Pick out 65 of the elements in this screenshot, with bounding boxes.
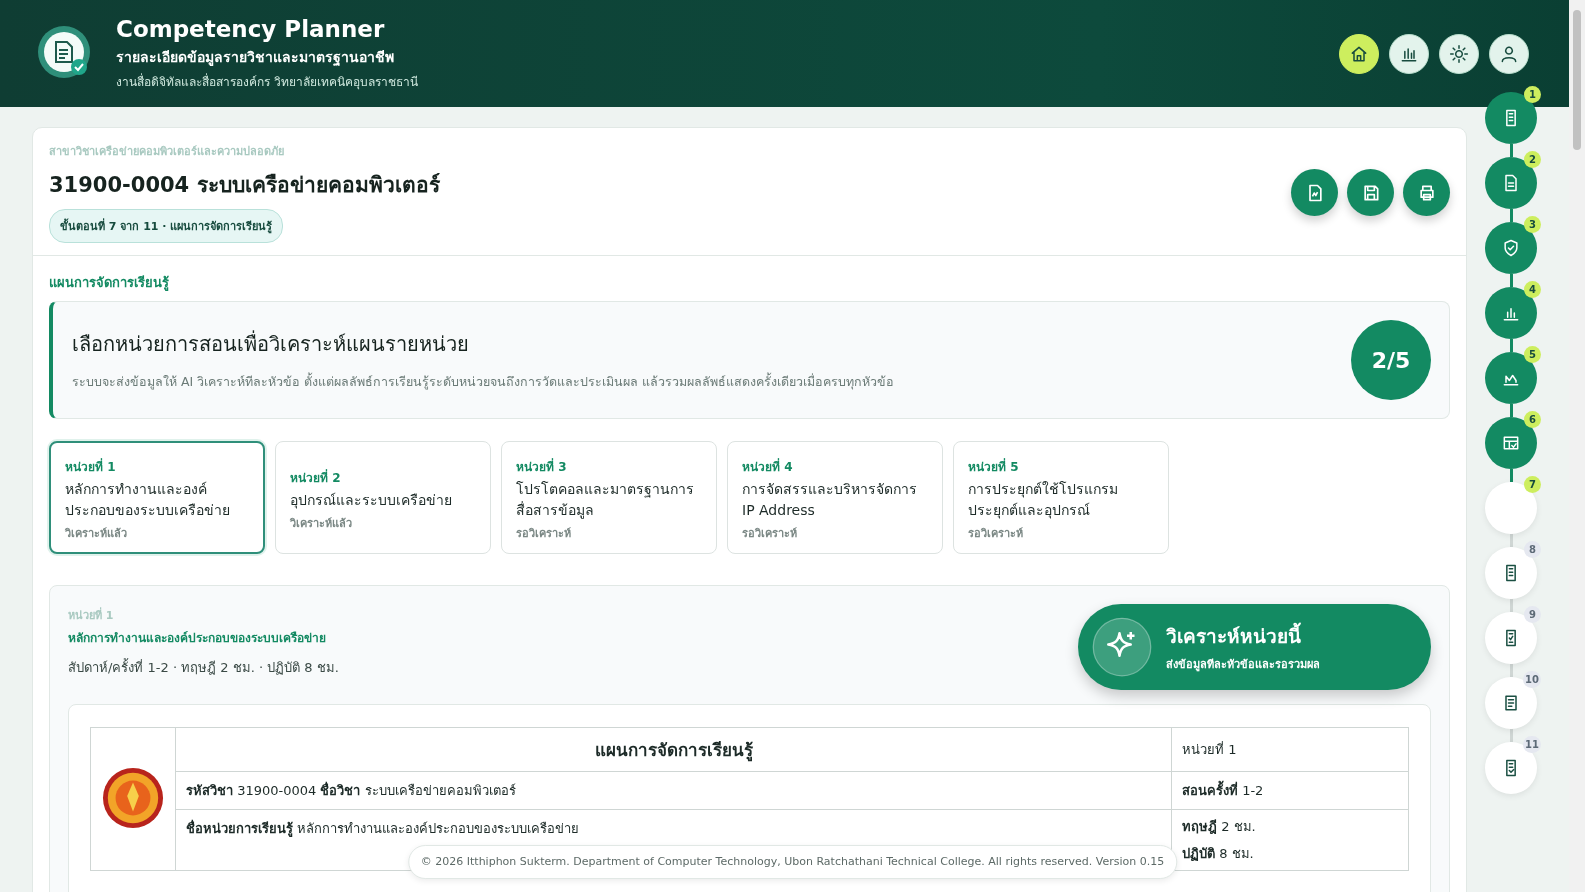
table-cell: หน่วยที่ 1 [1171, 727, 1409, 772]
unit-card[interactable]: หน่วยที่ 2 อุปกรณ์และระบบเครือข่าย วิเคราะห์แล้ว [275, 441, 491, 554]
table-cell: รหัสวิชา 31900-0004 ชื่อวิชา ระบบเครือข่ายคอมพิวเตอร์ [175, 771, 1172, 810]
unit-label: หน่วยที่ 4 [742, 457, 794, 476]
unit-card[interactable]: หน่วยที่ 4 การจัดสรรและบริหารจัดการ IP Address รอวิเคราะห์ [727, 441, 943, 554]
save-button[interactable] [1347, 169, 1394, 216]
unit-status: รอวิเคราะห์ [742, 526, 798, 542]
banner-description: ระบบจะส่งข้อมูลให้ AI วิเคราะห์ทีละหัวข้อ ตั้งแต่ผลลัพธ์การเรียนรู้ระดับหน่วยจนถึงการวัดและประเมินผล แล้วรวมผลลัพธ์แสดงครั้งเดียวเมื่อครบทุกหัวข้อ [72, 372, 896, 392]
unit-label: หน่วยที่ 5 [968, 457, 1020, 476]
unit-name: หลักการทำงานและองค์ประกอบของระบบเครือข่าย [68, 630, 327, 647]
step-number-badge: 11 [1523, 736, 1541, 753]
unit-name: การประยุกต์ใช้โปรแกรมประยุกต์และอุปกรณ์ [968, 480, 1119, 521]
step-button[interactable] [1485, 547, 1537, 599]
unit-label: หน่วยที่ 3 [516, 457, 568, 476]
print-button[interactable] [1403, 169, 1450, 216]
unit-card[interactable]: หน่วยที่ 3 โปรโตคอลและมาตรฐานการสื่อสารข้อมูล รอวิเคราะห์ [501, 441, 717, 554]
unit-status: วิเคราะห์แล้ว [65, 526, 128, 542]
course-title: 31900-0004 ระบบเครือข่ายคอมพิวเตอร์ [49, 172, 440, 199]
section-label: แผนการจัดการเรียนรู้ [49, 274, 170, 293]
sparkle-icon [1092, 617, 1152, 677]
table-cell: สอนครั้งที่ 1-2 [1171, 771, 1409, 810]
step-badge: ขั้นตอนที่ 7 จาก 11 · แผนการจัดการเรียนรู้ [49, 209, 284, 243]
unit-card[interactable]: หน่วยที่ 1 หลักการทำงานและองค์ประกอบของระบบเครือข่าย วิเคราะห์แล้ว [49, 441, 265, 554]
step-button[interactable] [1485, 677, 1537, 729]
step-button[interactable] [1485, 92, 1537, 144]
progress-circle: 2/5 [1351, 320, 1431, 400]
step-number-badge: 2 [1524, 151, 1541, 168]
unit-label: หน่วยที่ 1 [65, 457, 117, 476]
nav-button[interactable] [1439, 33, 1479, 74]
analyze-button[interactable]: วิเคราะห์หน่วยนี้ ส่งข้อมูลทีละหัวข้อและรอรวมผล [1078, 604, 1431, 690]
table-cell: แผนการจัดการเรียนรู้ [175, 727, 1172, 772]
table-cell-text: ปฏิบัติ 8 ชม. [1181, 845, 1255, 863]
unit-status: วิเคราะห์แล้ว [290, 515, 353, 532]
unit-name: การจัดสรรและบริหารจัดการ IP Address [742, 480, 918, 520]
unit-card[interactable]: หน่วยที่ 5 การประยุกต์ใช้โปรแกรมประยุกต์และอุปกรณ์ รอวิเคราะห์ [953, 441, 1169, 554]
step-number-badge: 5 [1524, 346, 1541, 363]
app-title: Competency Planner [116, 16, 386, 42]
step-number-badge: 6 [1524, 411, 1541, 428]
nav-button[interactable] [1389, 33, 1429, 74]
step-number-badge: 4 [1524, 281, 1541, 298]
step-number-badge: 7 [1524, 476, 1541, 493]
table-cell-text: ทฤษฎี 2 ชม. [1181, 818, 1257, 836]
emblem-icon [102, 766, 164, 829]
step-button[interactable] [1485, 612, 1537, 664]
step-number-badge: 3 [1524, 216, 1541, 233]
unit-status: รอวิเคราะห์ [516, 526, 572, 542]
unit-label: หน่วยที่ 2 [290, 468, 342, 487]
department-name: สาขาวิชาเครือข่ายคอมพิวเตอร์และความปลอดภัย [49, 144, 284, 160]
nav-button[interactable] [1339, 33, 1379, 74]
export-button[interactable] [1291, 169, 1338, 216]
unit-name: หลักการทำงานและองค์ประกอบของระบบเครือข่าย [65, 480, 231, 520]
copyright-footer: © 2026 Itthiphon Sukterm. Department of Computer Technology, Ubon Ratchathani Technical College. All rights reserved. Version 0.15 [407, 845, 1178, 879]
organization-name: งานสื่อดิจิทัลและสื่อสารองค์กร วิทยาลัยเทคนิคอุบลราชธานี [116, 72, 419, 91]
step-number-badge: 10 [1523, 671, 1541, 688]
nav-button[interactable] [1489, 33, 1529, 74]
unit-name: อุปกรณ์และระบบเครือข่าย [290, 490, 453, 511]
unit-status: รอวิเคราะห์ [968, 526, 1024, 542]
banner-title: เลือกหน่วยการสอนเพื่อวิเคราะห์แผนรายหน่วย [72, 329, 470, 358]
step-number-badge: 8 [1524, 541, 1541, 558]
unit-hours: สัปดาห์/ครั้งที่ 1-2 · ทฤษฎี 2 ชม. · ปฏิบัติ 8 ชม. [68, 657, 340, 677]
unit-label: หน่วยที่ 1 [68, 606, 115, 624]
app-subtitle: รายละเอียดข้อมูลรายวิชาและมาตรฐานอาชีพ [116, 48, 395, 68]
step-number-badge: 9 [1524, 606, 1541, 623]
step-button[interactable] [1485, 742, 1537, 794]
unit-name: โปรโตคอลและมาตรฐานการสื่อสารข้อมูล [516, 480, 695, 521]
